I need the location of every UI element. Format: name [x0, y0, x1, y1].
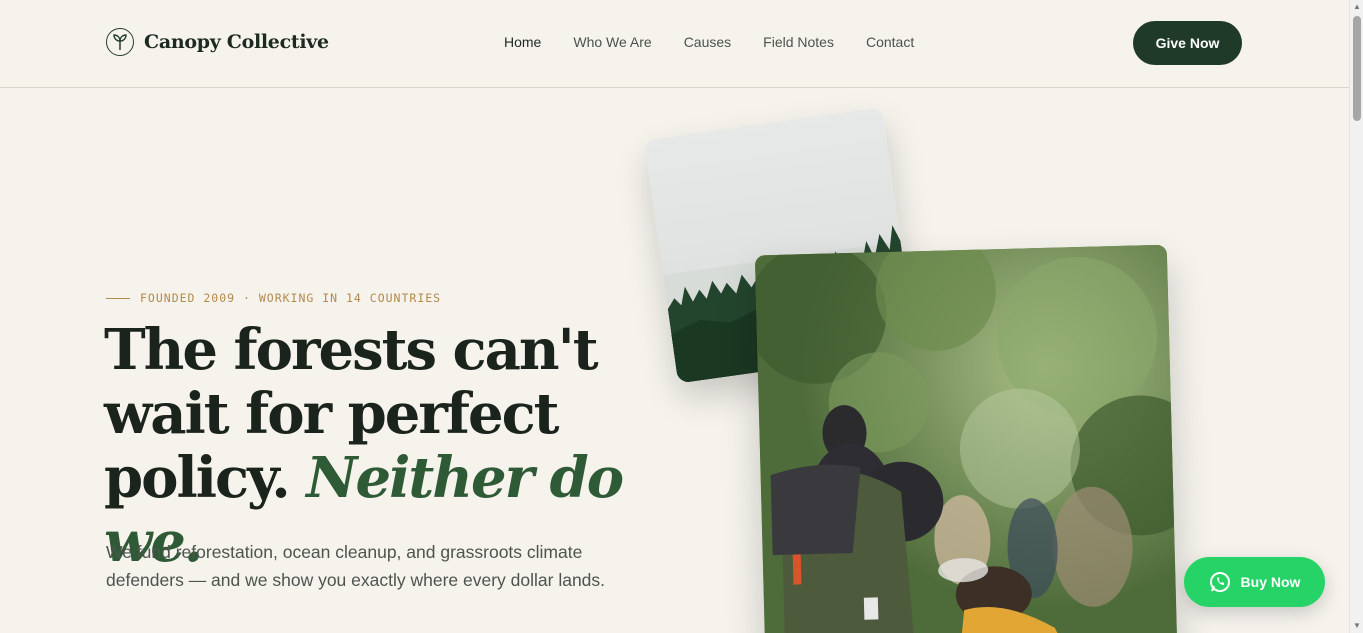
give-now-button[interactable]: Give Now — [1133, 21, 1242, 65]
whatsapp-icon — [1209, 571, 1231, 593]
brand-logo[interactable]: Canopy Collective — [106, 28, 329, 56]
nav-item-causes[interactable]: Causes — [684, 34, 731, 50]
main-nav: Home Who We Are Causes Field Notes Conta… — [504, 34, 946, 50]
sprout-icon — [106, 28, 134, 56]
hero-headline: The forests can't wait for perfect polic… — [104, 318, 664, 574]
nav-item-home[interactable]: Home — [504, 34, 541, 50]
buy-now-button[interactable]: Buy Now — [1184, 557, 1325, 607]
hero-eyebrow: FOUNDED 2009 · WORKING IN 14 COUNTRIES — [106, 291, 441, 305]
eyebrow-text: FOUNDED 2009 · WORKING IN 14 COUNTRIES — [140, 291, 442, 305]
scroll-down-arrow-icon[interactable]: ▼ — [1350, 619, 1363, 633]
brand-name: Canopy Collective — [144, 31, 329, 53]
scroll-thumb[interactable] — [1353, 16, 1361, 121]
nav-item-field-notes[interactable]: Field Notes — [763, 34, 834, 50]
nav-item-contact[interactable]: Contact — [866, 34, 914, 50]
page-scrollbar[interactable]: ▲ ▼ — [1349, 0, 1363, 633]
volunteers-planting-photo — [754, 244, 1178, 633]
nav-item-who-we-are[interactable]: Who We Are — [573, 34, 651, 50]
scroll-up-arrow-icon[interactable]: ▲ — [1350, 0, 1363, 14]
site-header: Canopy Collective Home Who We Are Causes… — [0, 0, 1349, 88]
buy-now-label: Buy Now — [1240, 574, 1301, 590]
eyebrow-divider — [106, 297, 130, 299]
hero-subtext: We fund reforestation, ocean cleanup, an… — [106, 542, 606, 590]
